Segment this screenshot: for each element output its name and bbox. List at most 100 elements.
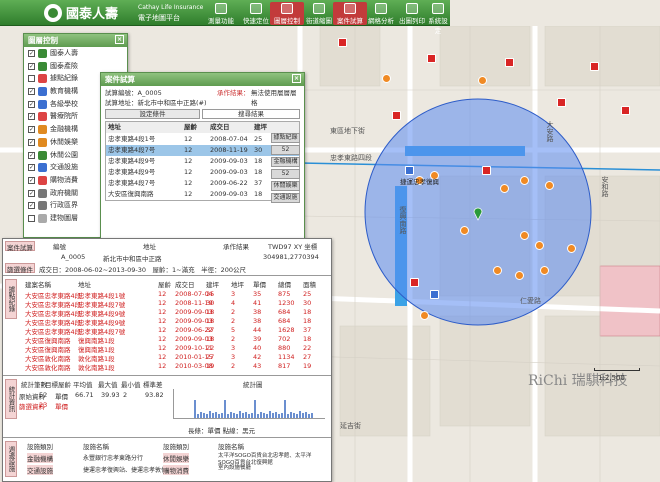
- stat-cell: 39.93: [101, 391, 120, 399]
- section-divider: [3, 275, 331, 276]
- checkbox-icon[interactable]: ✓: [28, 189, 35, 197]
- grid-cell: 12: [184, 190, 193, 198]
- poi-marker[interactable]: [493, 266, 502, 275]
- locate-icon: [250, 3, 262, 14]
- poi-marker[interactable]: [460, 226, 469, 235]
- tool-layer-button[interactable]: 圖層控制: [270, 2, 304, 25]
- records-col: 屋齡: [158, 281, 171, 289]
- stat-bar: [302, 413, 304, 418]
- records-cell: 880: [278, 344, 291, 352]
- records-cell: 875: [278, 290, 291, 298]
- tool-street-button[interactable]: 街道縮圖: [302, 2, 336, 25]
- poi-marker[interactable]: [427, 54, 436, 63]
- layer-label: 休閒娛樂: [50, 137, 78, 146]
- stat-col: 標準差: [143, 381, 163, 389]
- around-cell: 交通設施: [27, 465, 53, 475]
- side-button[interactable]: 休閒娛樂: [271, 181, 300, 191]
- tool-print-button[interactable]: 出圖列印: [395, 2, 429, 25]
- grid-cell: 2008-11-19: [210, 146, 248, 154]
- close-icon[interactable]: ×: [115, 35, 124, 44]
- records-cell: 22: [206, 344, 215, 352]
- tool-case-button[interactable]: 案件試算: [333, 2, 367, 25]
- tool-settings-button[interactable]: 系統設定: [426, 2, 450, 35]
- checkbox-icon[interactable]: ✓: [28, 50, 35, 57]
- poi-marker[interactable]: [621, 106, 630, 115]
- checkbox-icon[interactable]: [28, 214, 35, 222]
- poi-marker[interactable]: [590, 62, 599, 71]
- poi-marker[interactable]: [482, 166, 491, 175]
- tool-measure-button[interactable]: 測量功能: [204, 2, 238, 25]
- grid-cell: 忠孝東路4段9号: [108, 157, 156, 165]
- brand-name: 國泰人壽: [66, 7, 119, 22]
- tab-conditions[interactable]: 設定條件: [105, 109, 200, 119]
- poi-marker[interactable]: [478, 76, 487, 85]
- poi-marker[interactable]: [540, 266, 549, 275]
- checkbox-icon[interactable]: ✓: [28, 88, 35, 96]
- grid-cell: 12: [184, 135, 193, 143]
- poi-marker[interactable]: [567, 244, 576, 253]
- tool-grid-button[interactable]: 網格分析: [364, 2, 398, 25]
- section-label: 統計資訊: [5, 379, 17, 419]
- side-button[interactable]: 52: [271, 145, 300, 155]
- checkbox-icon[interactable]: ✓: [28, 138, 35, 146]
- scale-bar: [594, 368, 640, 371]
- checkbox-icon[interactable]: [28, 75, 35, 83]
- grid-cell: 大安區復興南路: [108, 190, 154, 198]
- stat-col: 目標屋齡: [45, 381, 71, 389]
- checkbox-icon[interactable]: ✓: [28, 100, 35, 108]
- header-col: 地址: [143, 243, 156, 251]
- poi-marker[interactable]: [557, 98, 566, 107]
- checkbox-icon[interactable]: ✓: [28, 126, 35, 134]
- layer-item[interactable]: ✓ 國泰產險: [24, 60, 127, 73]
- stat-bar: [281, 413, 283, 418]
- poi-marker[interactable]: [500, 184, 509, 193]
- tab-results[interactable]: 搜尋結果: [202, 109, 300, 119]
- layer-icon: [38, 61, 47, 71]
- checkbox-icon[interactable]: ✓: [28, 202, 35, 210]
- header-col: TWD97 XY 坐標: [268, 243, 318, 251]
- side-button[interactable]: 交通設施: [271, 193, 300, 203]
- side-button[interactable]: 52: [271, 169, 300, 179]
- checkbox-icon[interactable]: ✓: [28, 113, 35, 121]
- poi-marker[interactable]: [505, 58, 514, 67]
- poi-marker[interactable]: [338, 38, 347, 47]
- checkbox-icon[interactable]: ✓: [28, 151, 35, 159]
- poi-marker[interactable]: [545, 181, 554, 190]
- grid-cell: 2009-09-03: [210, 190, 248, 198]
- stat-bar: [269, 411, 271, 418]
- poi-marker[interactable]: [382, 74, 391, 83]
- layer-icon: [38, 150, 47, 160]
- poi-marker[interactable]: [520, 231, 529, 240]
- side-button[interactable]: 金融機構: [271, 157, 300, 167]
- tool-locate-button[interactable]: 快速定位: [239, 2, 273, 25]
- poi-marker[interactable]: [430, 290, 439, 299]
- close-icon[interactable]: ×: [292, 74, 301, 83]
- poi-marker[interactable]: [535, 241, 544, 250]
- poi-marker[interactable]: [410, 278, 419, 287]
- poi-marker[interactable]: [392, 111, 401, 120]
- street-label: 仁愛路: [520, 297, 541, 305]
- checkbox-icon[interactable]: ✓: [28, 164, 35, 172]
- checkbox-icon[interactable]: ✓: [28, 176, 35, 184]
- layer-item[interactable]: ✓ 國泰人壽: [24, 47, 127, 60]
- mrt-station-icon[interactable]: [405, 166, 414, 175]
- side-button[interactable]: 據點紀錄: [271, 133, 300, 143]
- stat-bar: [245, 412, 247, 418]
- section-label: 據點紀錄: [5, 279, 17, 319]
- condition-text: 成交日：2008-06-02~2013-09-30 屋齡：1~滿充 半徑：200…: [39, 266, 246, 274]
- grid-cell: 30: [254, 146, 263, 154]
- records-cell: 35: [253, 290, 262, 298]
- records-cell: 19: [303, 362, 312, 370]
- street-icon: [313, 3, 325, 14]
- layer-icon: [38, 137, 47, 147]
- grid-col-header: 屋齡: [184, 123, 197, 131]
- grid-cell: 18: [254, 168, 263, 176]
- stat-bar: [290, 412, 292, 418]
- poi-marker[interactable]: [420, 311, 429, 320]
- checkbox-icon[interactable]: ✓: [28, 62, 35, 70]
- grid-icon: [375, 3, 387, 14]
- layer-label: 交通設施: [50, 163, 78, 172]
- stat-bar: [197, 414, 199, 418]
- poi-marker[interactable]: [520, 176, 529, 185]
- poi-marker[interactable]: [515, 271, 524, 280]
